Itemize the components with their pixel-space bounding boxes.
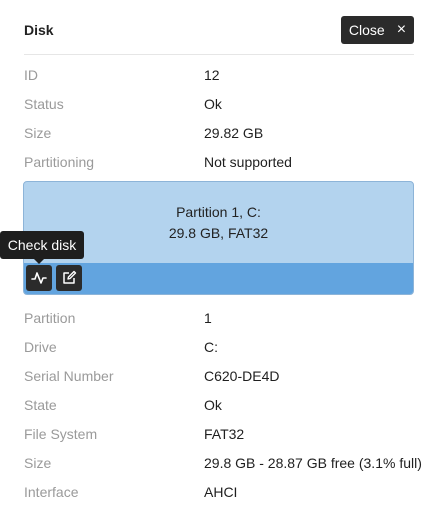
check-disk-button[interactable]	[26, 265, 52, 291]
row-label: File System	[24, 426, 98, 442]
disk-row-status: Status Ok	[24, 96, 424, 116]
row-value: 1	[204, 310, 212, 326]
check-disk-tooltip: Check disk	[0, 231, 84, 259]
partition-row-size: Size 29.8 GB - 28.87 GB free (3.1% full)	[24, 455, 424, 475]
panel-header: Disk Close ×	[24, 16, 414, 55]
row-label: Drive	[24, 339, 57, 355]
row-label: Interface	[24, 484, 79, 500]
partition-row-interface: Interface AHCI	[24, 484, 424, 504]
row-label: Size	[24, 125, 52, 141]
row-label: Size	[24, 455, 52, 471]
row-value: AHCI	[204, 484, 238, 500]
row-value: FAT32	[204, 426, 245, 442]
close-button[interactable]: Close ×	[341, 16, 414, 44]
edit-partition-button[interactable]	[56, 265, 82, 291]
row-label: Serial Number	[24, 368, 114, 384]
row-value: 29.82 GB	[204, 125, 264, 141]
partition-action-bar	[24, 263, 413, 294]
row-value: C:	[204, 339, 218, 355]
row-value: Not supported	[204, 154, 292, 170]
disk-row-size: Size 29.82 GB	[24, 125, 424, 145]
row-label: Status	[24, 96, 64, 112]
close-icon: ×	[396, 21, 407, 38]
partition-row-serial-number: Serial Number C620-DE4D	[24, 368, 424, 388]
partition-card-title: Partition 1, C:	[176, 204, 261, 220]
row-value: C620-DE4D	[204, 368, 280, 384]
close-button-label: Close	[348, 22, 385, 38]
row-label: ID	[24, 67, 38, 83]
edit-icon	[63, 270, 77, 284]
disk-details-panel: Disk Close × ID 12 Status Ok Size 29.82 …	[0, 0, 448, 532]
row-value: Ok	[204, 397, 222, 413]
panel-title: Disk	[24, 22, 54, 38]
row-value: Ok	[204, 96, 222, 112]
partition-row-partition: Partition 1	[24, 310, 424, 330]
row-label: Partition	[24, 310, 76, 326]
disk-row-partitioning: Partitioning Not supported	[24, 154, 424, 174]
row-label: State	[24, 397, 57, 413]
tooltip-arrow	[34, 259, 44, 264]
row-label: Partitioning	[24, 154, 95, 170]
activity-icon	[31, 272, 47, 284]
partition-row-drive: Drive C:	[24, 339, 424, 359]
disk-row-id: ID 12	[24, 67, 424, 87]
partition-row-file-system: File System FAT32	[24, 426, 424, 446]
partition-row-state: State Ok	[24, 397, 424, 417]
row-value: 29.8 GB - 28.87 GB free (3.1% full)	[204, 455, 422, 471]
row-value: 12	[204, 67, 220, 83]
